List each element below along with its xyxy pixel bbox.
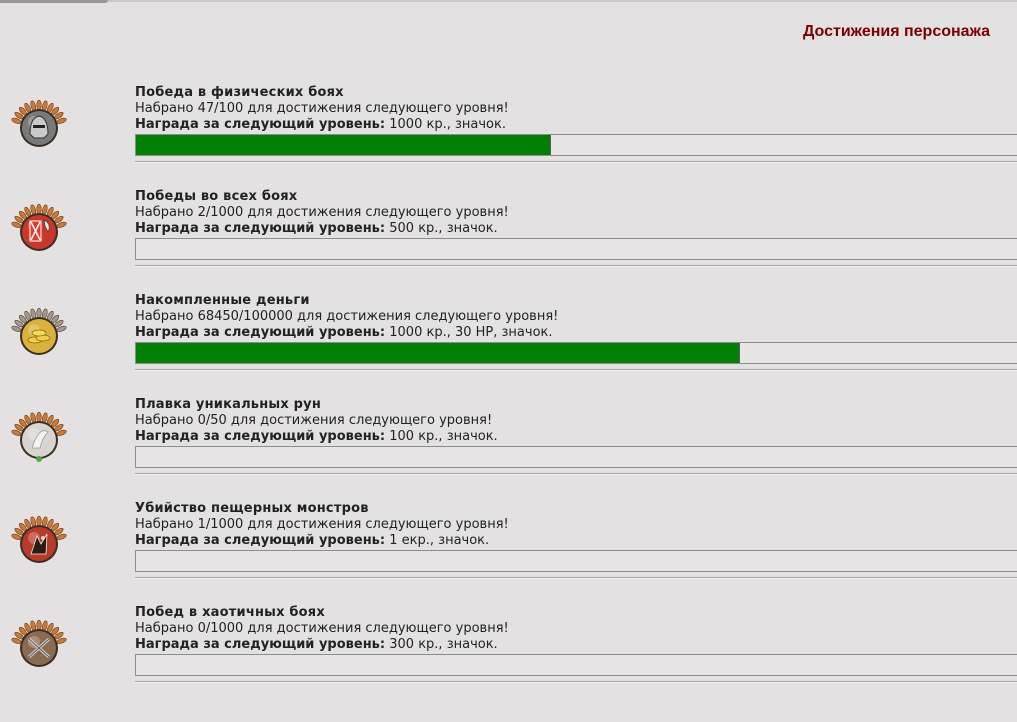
- reward-label: Награда за следующий уровень:: [135, 637, 386, 652]
- achievement-name: Победа в физических боях: [135, 85, 344, 100]
- reward-label: Награда за следующий уровень:: [135, 533, 386, 548]
- progress-bar: [135, 342, 1017, 364]
- page-title: Достижения персонажа: [802, 23, 990, 40]
- achievement-reward: Награда за следующий уровень: 1 екр., зн…: [135, 533, 1017, 549]
- rune-laurel-icon: [10, 411, 68, 470]
- divider: [135, 577, 1017, 579]
- achievement-item: Победа в физических боях Набрано 47/100 …: [0, 84, 1017, 188]
- achievement-reward: Награда за следующий уровень: 1000 кр., …: [135, 117, 1017, 133]
- reward-label: Награда за следующий уровень:: [135, 221, 386, 236]
- progress-bar: [135, 238, 1017, 260]
- reward-value: 100 кр., значок.: [389, 429, 498, 444]
- achievement-body: Побед в хаотичных боях Набрано 0/1000 дл…: [135, 604, 1017, 676]
- achievement-progress-text: Набрано 68450/100000 для достижения след…: [135, 309, 559, 324]
- achievement-progress-text: Набрано 47/100 для достижения следующего…: [135, 101, 509, 116]
- crossed-swords-laurel-icon: [10, 619, 68, 678]
- achievement-list: Победа в физических боях Набрано 47/100 …: [0, 84, 1017, 708]
- red-banner-axe-laurel-icon: [10, 203, 68, 262]
- reward-label: Награда за следующий уровень:: [135, 117, 386, 132]
- achievement-reward: Награда за следующий уровень: 500 кр., з…: [135, 221, 1017, 237]
- top-tab: [0, 0, 108, 3]
- progress-bar: [135, 654, 1017, 676]
- reward-value: 1000 кр., значок.: [389, 117, 506, 132]
- achievement-reward: Награда за следующий уровень: 100 кр., з…: [135, 429, 1017, 445]
- achievement-item: Накомпленные деньги Набрано 68450/100000…: [0, 292, 1017, 396]
- achievement-name: Плавка уникальных рун: [135, 397, 322, 412]
- divider: [135, 369, 1017, 371]
- progress-bar: [135, 446, 1017, 468]
- reward-label: Награда за следующий уровень:: [135, 429, 386, 444]
- progress-bar: [135, 550, 1017, 572]
- divider: [135, 681, 1017, 683]
- cave-monster-laurel-icon: [10, 515, 68, 574]
- achievement-progress-text: Набрано 0/1000 для достижения следующего…: [135, 621, 509, 636]
- achievement-item: Побед в хаотичных боях Набрано 0/1000 дл…: [0, 604, 1017, 708]
- achievement-item: Плавка уникальных рун Набрано 0/50 для д…: [0, 396, 1017, 500]
- divider: [135, 473, 1017, 475]
- achievement-progress-text: Набрано 0/50 для достижения следующего у…: [135, 413, 493, 428]
- achievement-name: Побед в хаотичных боях: [135, 605, 325, 620]
- divider: [135, 161, 1017, 163]
- progress-bar-fill: [136, 343, 741, 363]
- achievement-item: Убийство пещерных монстров Набрано 1/100…: [0, 500, 1017, 604]
- reward-value: 300 кр., значок.: [389, 637, 498, 652]
- knight-helmet-laurel-icon: [10, 99, 68, 158]
- reward-value: 1 екр., значок.: [389, 533, 490, 548]
- top-border: [0, 0, 1017, 2]
- gold-coins-silver-laurel-icon: [10, 307, 68, 366]
- achievement-name: Победы во всех боях: [135, 189, 298, 204]
- achievement-reward: Награда за следующий уровень: 1000 кр., …: [135, 325, 1017, 341]
- achievement-body: Победы во всех боях Набрано 2/1000 для д…: [135, 188, 1017, 260]
- achievement-reward: Награда за следующий уровень: 300 кр., з…: [135, 637, 1017, 653]
- progress-bar-fill: [136, 135, 552, 155]
- achievement-item: Победы во всех боях Набрано 2/1000 для д…: [0, 188, 1017, 292]
- reward-value: 1000 кр., 30 HP, значок.: [389, 325, 553, 340]
- achievement-body: Накомпленные деньги Набрано 68450/100000…: [135, 292, 1017, 364]
- achievement-name: Убийство пещерных монстров: [135, 501, 369, 516]
- divider: [135, 265, 1017, 267]
- progress-bar: [135, 134, 1017, 156]
- achievement-progress-text: Набрано 2/1000 для достижения следующего…: [135, 205, 509, 220]
- achievement-body: Победа в физических боях Набрано 47/100 …: [135, 84, 1017, 156]
- achievement-body: Плавка уникальных рун Набрано 0/50 для д…: [135, 396, 1017, 468]
- reward-value: 500 кр., значок.: [389, 221, 498, 236]
- reward-label: Награда за следующий уровень:: [135, 325, 386, 340]
- achievement-progress-text: Набрано 1/1000 для достижения следующего…: [135, 517, 509, 532]
- achievement-body: Убийство пещерных монстров Набрано 1/100…: [135, 500, 1017, 572]
- achievement-name: Накомпленные деньги: [135, 293, 310, 308]
